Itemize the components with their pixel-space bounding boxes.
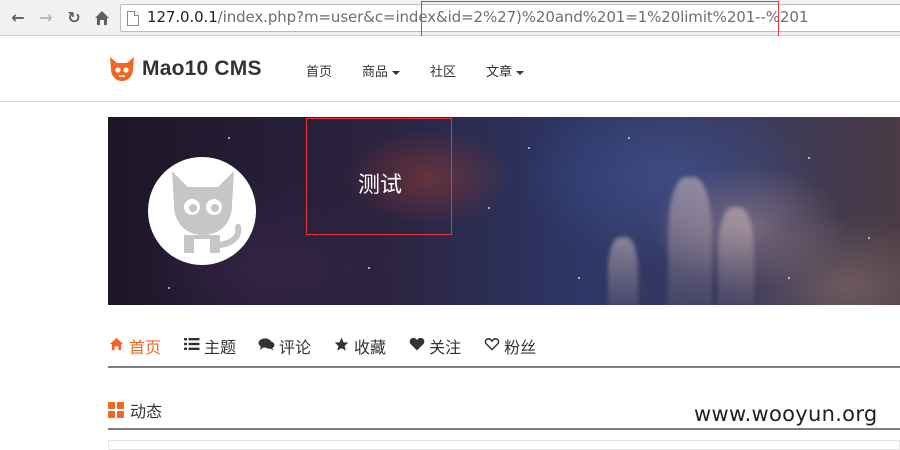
- star: [578, 277, 580, 279]
- back-icon[interactable]: ←: [8, 8, 28, 28]
- star: [628, 137, 630, 139]
- tab-label: 收藏: [354, 338, 387, 357]
- username-highlight-box: 测试: [306, 118, 452, 235]
- nav-item-home[interactable]: 首页: [306, 61, 332, 80]
- reload-icon[interactable]: ↻: [64, 8, 84, 28]
- nebula-shape: [608, 237, 638, 305]
- caret-down-icon: [392, 70, 401, 75]
- main-nav: 首页 商品 社区 文章: [306, 61, 554, 80]
- profile-tabs: 首页 主题 评论 收藏 关注 粉丝: [108, 333, 558, 359]
- home-icon: [108, 337, 125, 355]
- tab-label: 评论: [279, 338, 312, 357]
- activity-title-text: 动态: [130, 402, 163, 421]
- cat-logo-icon: [110, 57, 134, 81]
- forward-icon[interactable]: →: [36, 8, 56, 28]
- tab-following[interactable]: 关注: [408, 334, 461, 358]
- comments-icon: [258, 337, 275, 355]
- star: [808, 157, 810, 159]
- watermark: www.wooyun.org: [694, 402, 878, 426]
- nebula-shape: [718, 207, 754, 305]
- tab-home[interactable]: 首页: [108, 334, 161, 358]
- heart-outline-icon: [483, 337, 500, 355]
- activity-section-title: 动态: [108, 398, 162, 422]
- tab-label: 粉丝: [504, 338, 537, 357]
- star: [488, 207, 490, 209]
- profile-banner: 测试: [108, 117, 900, 305]
- star: [868, 237, 870, 239]
- nebula-shape: [668, 177, 712, 305]
- nav-item-products[interactable]: 商品: [362, 61, 401, 80]
- tab-label: 关注: [429, 338, 462, 357]
- section-divider: [108, 428, 900, 430]
- nav-item-community[interactable]: 社区: [430, 61, 456, 80]
- list-icon: [183, 337, 200, 355]
- cat-avatar-icon: [172, 171, 242, 253]
- tabs-divider: [108, 366, 900, 368]
- nav-item-articles[interactable]: 文章: [486, 61, 525, 80]
- tab-followers[interactable]: 粉丝: [483, 334, 536, 358]
- tab-comments[interactable]: 评论: [258, 334, 311, 358]
- star: [788, 277, 790, 279]
- heart-icon: [408, 337, 425, 355]
- caret-down-icon: [516, 70, 525, 75]
- nav-label: 文章: [486, 65, 513, 80]
- site-logo[interactable]: Mao10 CMS: [108, 56, 262, 82]
- home-button-icon[interactable]: [92, 8, 112, 28]
- nav-label: 社区: [430, 65, 457, 80]
- url-highlight-box: [421, 1, 779, 40]
- tab-favorites[interactable]: 收藏: [333, 334, 386, 358]
- site-header: Mao10 CMS 首页 商品 社区 文章: [0, 36, 900, 102]
- grid-icon: [108, 402, 124, 418]
- star: [168, 287, 170, 289]
- nav-label: 商品: [362, 65, 389, 80]
- tab-topics[interactable]: 主题: [183, 334, 236, 358]
- star: [228, 137, 230, 139]
- username: 测试: [357, 173, 402, 198]
- avatar[interactable]: [148, 157, 256, 265]
- nav-label: 首页: [306, 65, 333, 80]
- tab-label: 首页: [129, 338, 162, 357]
- tab-label: 主题: [204, 338, 237, 357]
- activity-card: [108, 440, 900, 450]
- page-icon: [127, 11, 139, 26]
- url-host: 127.0.0.1: [147, 8, 218, 26]
- star-icon: [333, 337, 350, 356]
- logo-text: Mao10 CMS: [142, 57, 262, 80]
- star: [528, 147, 530, 149]
- star: [368, 267, 370, 269]
